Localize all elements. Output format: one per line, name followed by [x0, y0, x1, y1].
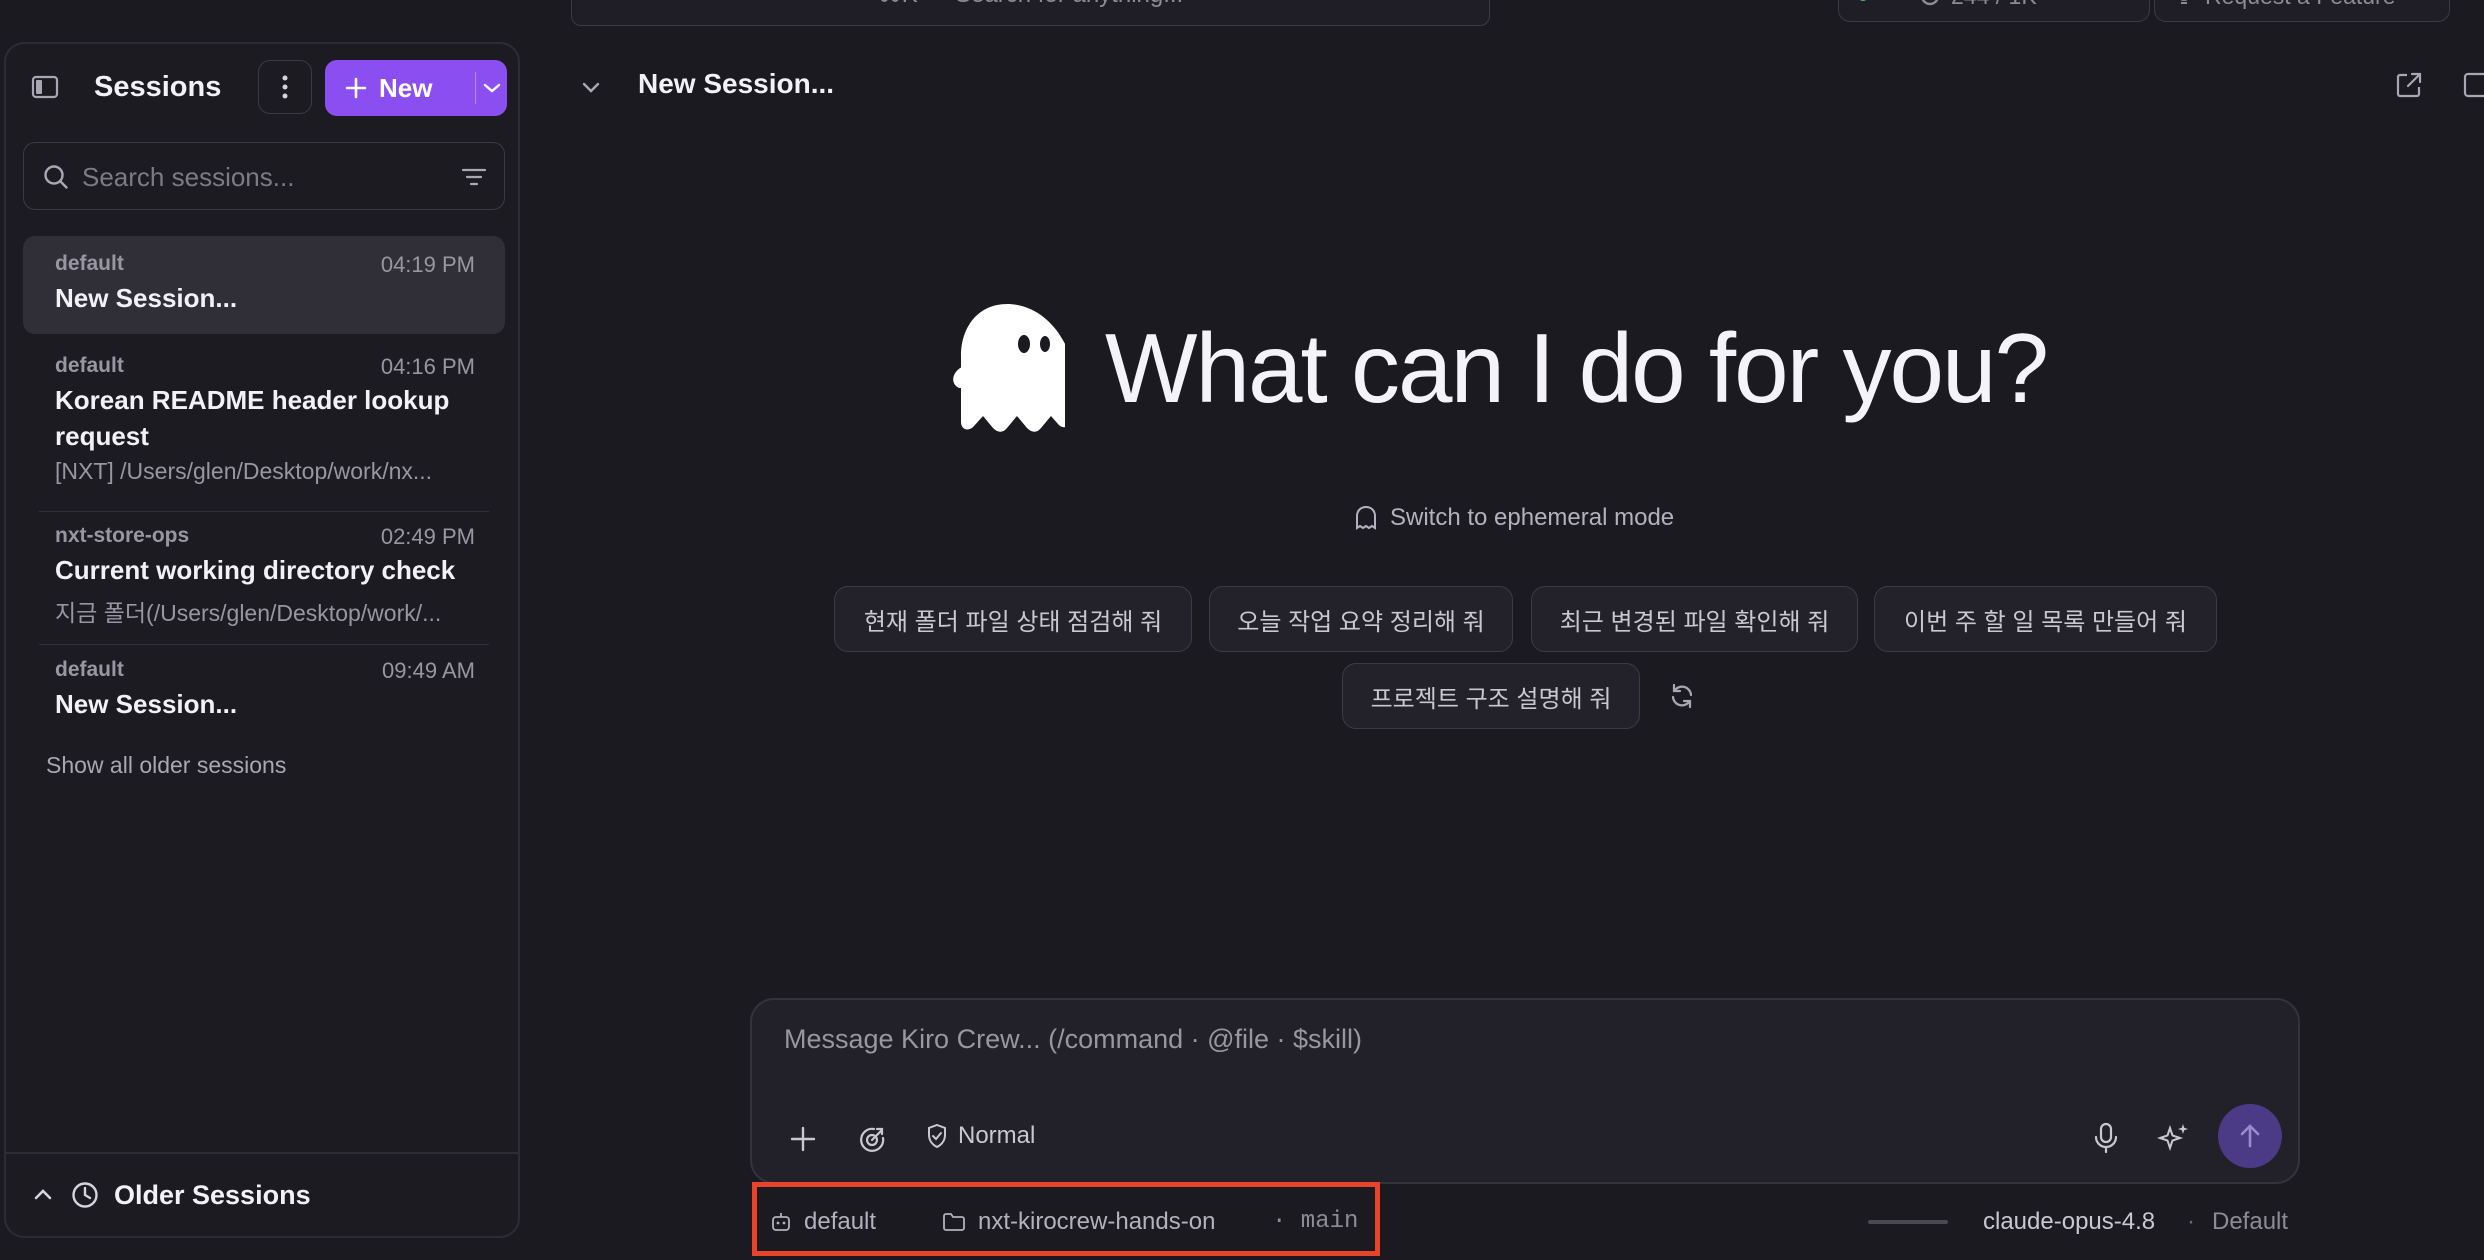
send-button[interactable] — [2218, 1104, 2282, 1168]
usage-counter[interactable]: 244 / 1K — [1838, 0, 2150, 22]
request-feature-button[interactable]: Request a Feature — [2154, 0, 2450, 22]
session-title: Korean README header lookup request — [55, 385, 450, 451]
filter-icon[interactable] — [460, 163, 488, 191]
chevron-down-icon — [483, 83, 500, 93]
status-separator: · — [2187, 1208, 2195, 1235]
shield-check-icon — [926, 1123, 948, 1149]
suggestion-chip[interactable]: 최근 변경된 파일 확인해 줘 — [1531, 586, 1858, 652]
global-search-bar[interactable]: ⌘K — Search for anything... — [571, 0, 1490, 26]
suggestion-text: 오늘 작업 요약 정리해 줘 — [1237, 608, 1485, 636]
older-sessions-toggle[interactable]: Older Sessions — [6, 1152, 518, 1236]
session-title: Current working directory check — [55, 555, 456, 585]
suggestion-chip[interactable]: 현재 폴더 파일 상태 점검해 줘 — [834, 586, 1192, 652]
session-item[interactable]: default 04:16 PM Korean README header lo… — [23, 342, 505, 508]
suggestion-chip[interactable]: 오늘 작업 요약 정리해 줘 — [1209, 586, 1513, 652]
suggestion-text: 이번 주 할 일 목록 만들어 줘 — [1904, 608, 2187, 636]
new-session-dropdown[interactable] — [476, 60, 507, 116]
session-workspace: default — [55, 658, 124, 681]
usage-icon — [1919, 0, 1941, 7]
session-title: New Session... — [55, 283, 238, 313]
sidebar-title: Sessions — [94, 71, 222, 103]
suggestion-chip[interactable]: 이번 주 할 일 목록 만들어 줘 — [1874, 586, 2217, 652]
session-workspace: nxt-store-ops — [55, 524, 190, 547]
suggestion-text: 프로젝트 구조 설명해 줘 — [1370, 685, 1612, 713]
hero-heading: What can I do for you? — [1105, 312, 2049, 423]
session-title-header[interactable]: New Session... — [638, 68, 834, 100]
new-session-label: New — [379, 72, 433, 103]
new-session-button[interactable]: New — [325, 60, 507, 116]
search-icon — [42, 163, 70, 191]
folder-label: nxt-kirocrew-hands-on — [978, 1208, 1216, 1235]
mode-label: Normal — [958, 1122, 1036, 1149]
show-older-sessions-link[interactable]: Show all older sessions — [46, 752, 286, 779]
folder-selector[interactable]: nxt-kirocrew-hands-on — [942, 1208, 1215, 1236]
session-item[interactable]: default 04:19 PM New Session... — [23, 236, 505, 334]
welcome-hero: What can I do for you? — [950, 298, 2049, 438]
session-collapse-chevron-icon[interactable] — [578, 74, 604, 100]
session-time: 02:49 PM — [380, 524, 475, 549]
suggestion-text: 현재 폴더 파일 상태 점검해 줘 — [863, 608, 1163, 636]
global-search-hint: ⌘K — Search for anything... — [878, 0, 1183, 8]
status-dot-icon — [1857, 0, 1869, 2]
more-vertical-icon — [282, 75, 288, 99]
session-preview: 지금 폴더(/Users/glen/Desktop/work/... — [55, 600, 442, 626]
arrow-up-icon — [2240, 1124, 2260, 1148]
plus-icon — [345, 77, 367, 99]
ghost-logo-icon — [950, 298, 1065, 438]
sidebar-header: Sessions New — [6, 44, 518, 132]
target-icon[interactable] — [856, 1124, 888, 1156]
session-search-input[interactable] — [80, 143, 444, 211]
profile-selector[interactable]: Default — [2212, 1208, 2288, 1236]
suggestion-chip[interactable]: 프로젝트 구조 설명해 줘 — [1342, 663, 1640, 729]
chevron-up-icon — [32, 1184, 54, 1206]
context-usage-bar — [1868, 1220, 1948, 1224]
session-item[interactable]: default 09:49 AM New Session... — [23, 646, 505, 742]
robot-icon — [770, 1211, 792, 1233]
lightbulb-icon — [2173, 0, 2195, 7]
older-sessions-label: Older Sessions — [114, 1180, 311, 1210]
microphone-icon[interactable] — [2088, 1120, 2124, 1156]
sparkles-icon[interactable] — [2156, 1120, 2192, 1156]
session-workspace: default — [55, 354, 124, 377]
ghost-outline-icon — [1354, 505, 1378, 531]
session-workspace: default — [55, 252, 124, 275]
sidebar-toggle-icon[interactable] — [30, 72, 60, 102]
sessions-sidebar: Sessions New default 04:19 PM New Sessio… — [4, 42, 520, 1238]
session-time: 09:49 AM — [382, 658, 475, 683]
session-preview: [NXT] /Users/glen/Desktop/work/nx... — [55, 458, 433, 484]
mode-selector[interactable]: Normal — [926, 1122, 1035, 1150]
clock-icon — [70, 1180, 100, 1210]
usage-counter-text: 244 / 1K — [1951, 0, 2037, 10]
ephemeral-mode-toggle[interactable]: Switch to ephemeral mode — [1354, 504, 1674, 532]
session-title: New Session... — [55, 689, 238, 719]
message-composer: Normal — [750, 998, 2300, 1184]
agent-selector[interactable]: default — [770, 1208, 876, 1236]
git-branch-label[interactable]: · main — [1272, 1208, 1358, 1235]
panel-icon[interactable] — [2462, 70, 2484, 100]
request-feature-label: Request a Feature — [2205, 0, 2396, 10]
folder-icon — [942, 1211, 966, 1233]
suggestion-text: 최근 변경된 파일 확인해 줘 — [1559, 608, 1830, 636]
ephemeral-mode-label: Switch to ephemeral mode — [1390, 504, 1675, 531]
external-link-icon[interactable] — [2394, 70, 2424, 100]
more-options-button[interactable] — [258, 60, 312, 114]
message-input[interactable] — [782, 1022, 2186, 1076]
session-time: 04:16 PM — [380, 354, 475, 379]
session-item[interactable]: nxt-store-ops 02:49 PM Current working d… — [23, 512, 505, 642]
refresh-suggestions-icon[interactable] — [1668, 682, 1696, 710]
attach-plus-icon[interactable] — [788, 1124, 818, 1154]
model-selector[interactable]: claude-opus-4.8 — [1983, 1208, 2155, 1236]
session-search — [23, 142, 505, 211]
agent-label: default — [804, 1208, 877, 1235]
session-time: 04:19 PM — [380, 252, 475, 277]
